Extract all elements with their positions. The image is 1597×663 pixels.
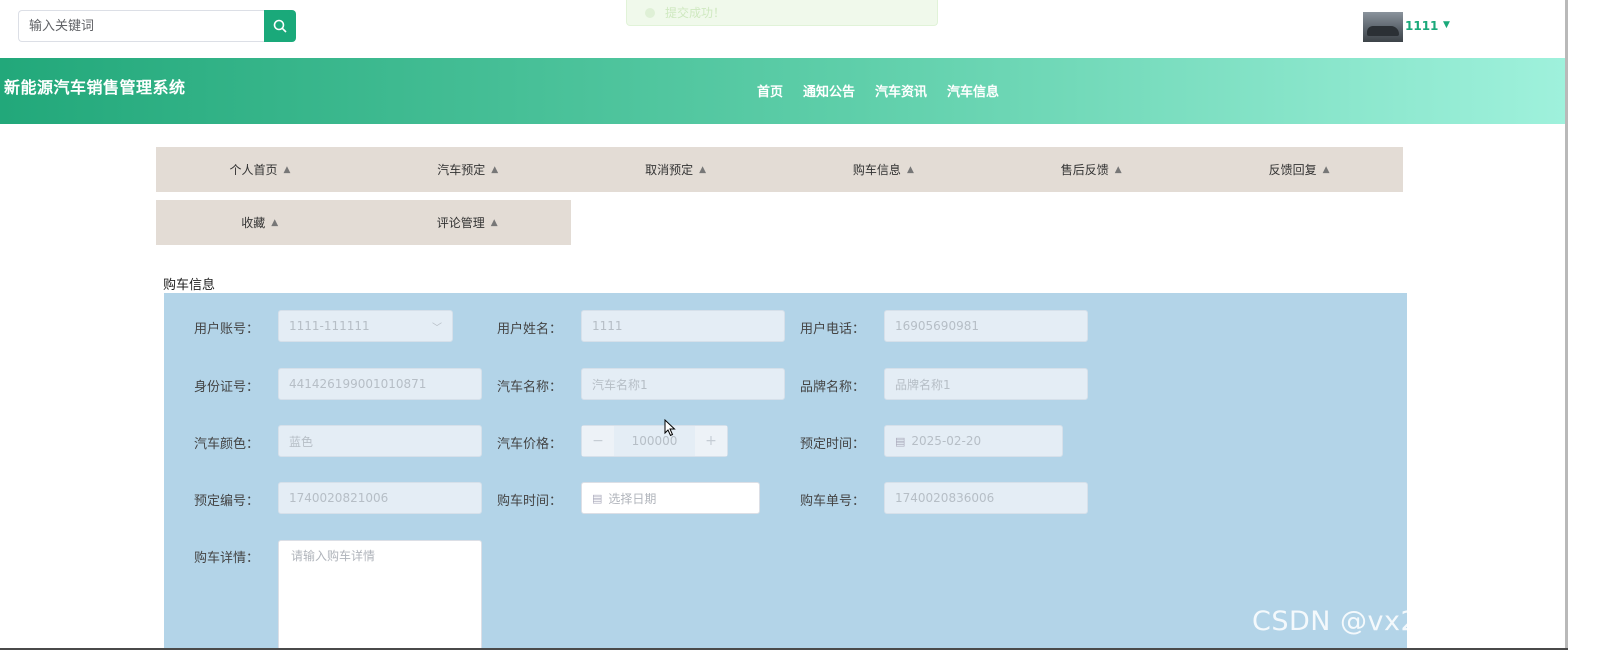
account-select[interactable]: 1111-111111 ﹀ — [278, 310, 453, 342]
idcard-label: 身份证号： — [194, 380, 260, 395]
home-icon: ▲ — [491, 164, 499, 175]
menu-item-comments[interactable]: 评论管理 ▲ — [364, 200, 572, 245]
menu-item-label: 收藏 — [241, 216, 266, 230]
price-label: 汽车价格： — [497, 437, 563, 452]
success-toast: 提交成功！ — [626, 0, 938, 26]
menu-item-favorites[interactable]: 收藏 ▲ — [156, 200, 364, 245]
watermark: CSDN @vx2_BYSJ8341 — [1252, 606, 1564, 637]
color-label: 汽车颜色： — [194, 437, 260, 452]
price-value[interactable]: 100000 — [614, 426, 695, 456]
account-label: 用户账号： — [194, 322, 260, 337]
reserve-time-label: 预定时间： — [800, 437, 866, 452]
menu-item-reserve[interactable]: 汽车预定 ▲ — [364, 147, 572, 192]
search-button[interactable] — [264, 10, 296, 42]
user-name[interactable]: 1111 — [1405, 19, 1438, 33]
home-icon: ▲ — [283, 164, 291, 175]
calendar-icon: ▤ — [895, 434, 906, 448]
increase-button[interactable]: + — [695, 426, 727, 456]
carname-label: 汽车名称： — [497, 380, 563, 395]
carname-field[interactable]: 汽车名称1 — [581, 368, 785, 400]
username-label: 用户姓名： — [497, 322, 563, 337]
price-stepper: − 100000 + — [581, 425, 728, 457]
order-no-field[interactable]: 1740020836006 — [884, 482, 1088, 514]
home-icon: ▲ — [699, 164, 707, 175]
order-no-label: 购车单号： — [800, 494, 866, 509]
home-icon: ▲ — [490, 217, 498, 228]
phone-field[interactable]: 16905690981 — [884, 310, 1088, 342]
chevron-down-icon: ﹀ — [432, 322, 442, 334]
color-field[interactable]: 蓝色 — [278, 425, 482, 457]
reserve-no-field[interactable]: 1740020821006 — [278, 482, 482, 514]
username-value: 1111 — [592, 319, 623, 333]
main-nav: 首页 通知公告 汽车资讯 汽车信息 — [757, 81, 999, 100]
menu-item-after-sales[interactable]: 售后反馈 ▲ — [987, 147, 1195, 192]
brand-field[interactable]: 品牌名称1 — [884, 368, 1088, 400]
reserve-no-value: 1740020821006 — [289, 491, 389, 505]
search-input[interactable] — [18, 10, 264, 42]
menu-item-cancel-reserve[interactable]: 取消预定 ▲ — [572, 147, 780, 192]
detail-textarea[interactable]: 请输入购车详情 — [278, 540, 482, 663]
menu-item-label: 购车信息 — [852, 163, 901, 177]
idcard-value: 441426199001010871 — [289, 377, 427, 391]
site-header: 新能源汽车销售管理系统 首页 通知公告 汽车资讯 汽车信息 — [0, 58, 1565, 124]
order-no-value: 1740020836006 — [895, 491, 995, 505]
scroll-track — [1565, 0, 1597, 663]
bottom-strip — [0, 648, 1568, 663]
user-menu-row-2: 收藏 ▲ 评论管理 ▲ — [156, 200, 571, 245]
brand-value: 品牌名称1 — [895, 377, 951, 392]
phone-value: 16905690981 — [895, 319, 979, 333]
buy-time-placeholder: 选择日期 — [608, 491, 657, 506]
nav-notice[interactable]: 通知公告 — [803, 81, 855, 100]
success-icon — [645, 7, 655, 18]
reserve-no-label: 预定编号： — [194, 494, 260, 509]
phone-label: 用户电话： — [800, 322, 866, 337]
scrollbar[interactable] — [1565, 0, 1568, 648]
menu-item-feedback-reply[interactable]: 反馈回复 ▲ — [1195, 147, 1403, 192]
user-menu-row-1: 个人首页 ▲ 汽车预定 ▲ 取消预定 ▲ 购车信息 ▲ 售后反馈 ▲ 反馈回复 ▲ — [156, 147, 1403, 192]
detail-label: 购车详情： — [194, 551, 260, 566]
home-icon: ▲ — [1322, 164, 1330, 175]
buy-time-picker[interactable]: ▤ 选择日期 — [581, 482, 760, 514]
account-value: 1111-111111 — [289, 319, 370, 333]
brand-label: 品牌名称： — [800, 380, 866, 395]
home-icon: ▲ — [1114, 164, 1122, 175]
menu-item-label: 汽车预定 — [437, 163, 486, 177]
reserve-time-value: 2025-02-20 — [911, 434, 982, 448]
menu-item-label: 反馈回复 — [1268, 163, 1317, 177]
nav-home[interactable]: 首页 — [757, 81, 783, 100]
reserve-time-field[interactable]: ▤ 2025-02-20 — [884, 425, 1063, 457]
calendar-icon: ▤ — [592, 491, 603, 505]
menu-item-profile[interactable]: 个人首页 ▲ — [156, 147, 364, 192]
menu-item-label: 评论管理 — [436, 216, 485, 230]
site-title: 新能源汽车销售管理系统 — [4, 78, 186, 97]
search-icon — [273, 19, 287, 33]
toast-text: 提交成功！ — [665, 6, 726, 20]
nav-news[interactable]: 汽车资讯 — [875, 81, 927, 100]
section-title: 购车信息 — [163, 278, 216, 293]
nav-car-info[interactable]: 汽车信息 — [947, 81, 999, 100]
decrease-button[interactable]: − — [582, 426, 614, 456]
carname-value: 汽车名称1 — [592, 377, 648, 392]
top-bar: 提交成功！ 1111 ▼ — [0, 0, 1597, 58]
menu-item-label: 取消预定 — [645, 163, 694, 177]
idcard-field[interactable]: 441426199001010871 — [278, 368, 482, 400]
menu-item-label: 个人首页 — [229, 163, 278, 177]
mouse-cursor-icon — [664, 419, 676, 437]
menu-item-label: 售后反馈 — [1060, 163, 1109, 177]
home-icon: ▲ — [271, 217, 279, 228]
detail-placeholder: 请输入购车详情 — [291, 549, 376, 563]
color-value: 蓝色 — [289, 434, 314, 449]
caret-down-icon[interactable]: ▼ — [1443, 20, 1450, 30]
menu-item-purchase-info[interactable]: 购车信息 ▲ — [779, 147, 987, 192]
home-icon: ▲ — [906, 164, 914, 175]
username-field[interactable]: 1111 — [581, 310, 785, 342]
buy-time-label: 购车时间： — [497, 494, 563, 509]
avatar[interactable] — [1363, 12, 1403, 42]
